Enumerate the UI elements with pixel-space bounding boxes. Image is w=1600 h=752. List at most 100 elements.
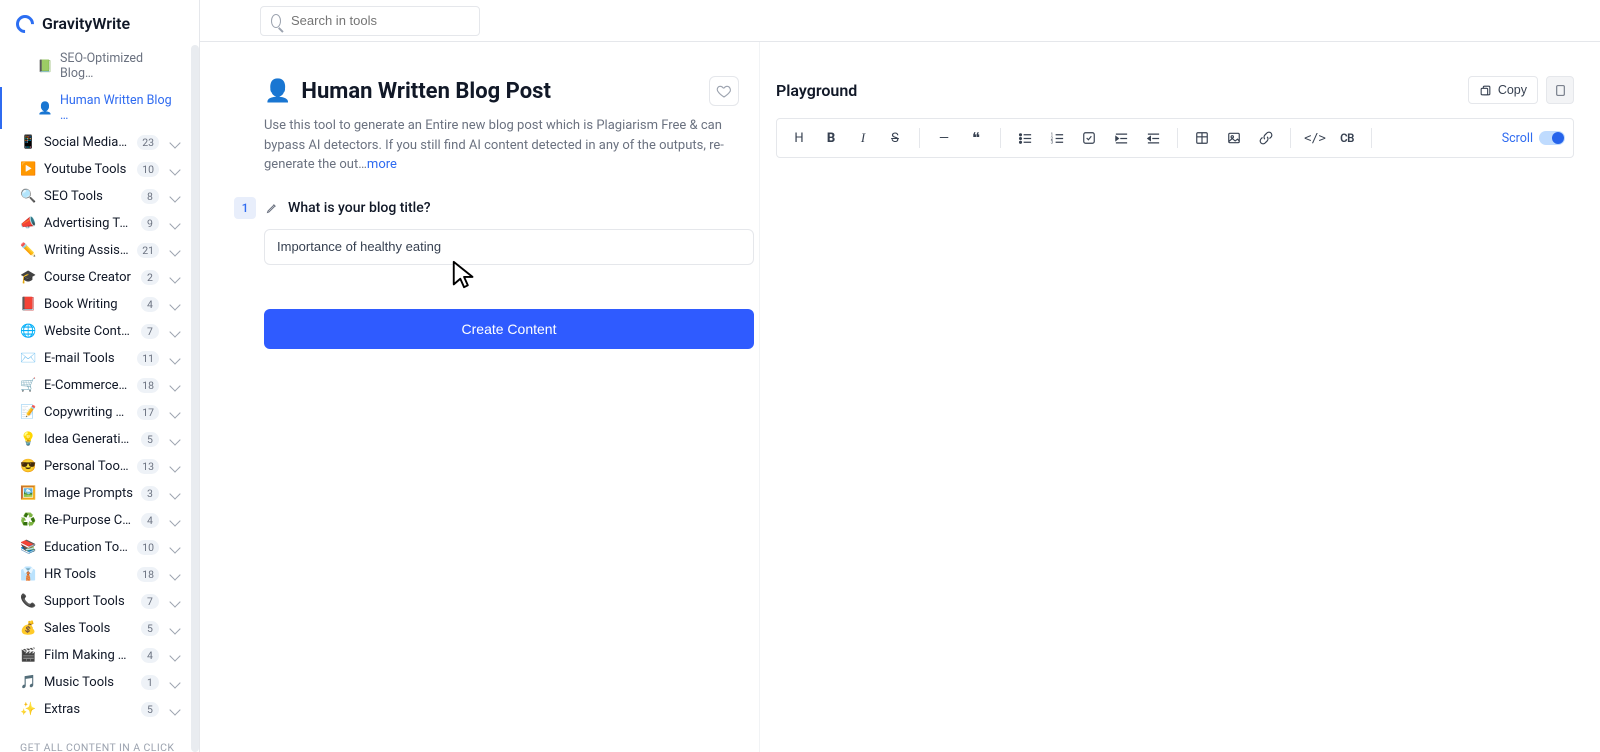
category-icon: 📝 bbox=[20, 405, 36, 420]
sidebar-category[interactable]: 🌐Website Content7 bbox=[0, 318, 189, 345]
chevron-down-icon bbox=[169, 704, 180, 715]
chevron-down-icon bbox=[169, 542, 180, 553]
category-icon: 🌐 bbox=[20, 324, 36, 339]
bullet-list-icon bbox=[1018, 131, 1033, 146]
strikethrough-tool[interactable]: S bbox=[881, 125, 909, 151]
create-content-button[interactable]: Create Content bbox=[264, 309, 754, 349]
sidebar-category[interactable]: ♻️Re-Purpose Content4 bbox=[0, 507, 189, 534]
category-icon: 📣 bbox=[20, 216, 36, 231]
cursor-icon bbox=[450, 260, 480, 290]
link-tool[interactable] bbox=[1252, 125, 1280, 151]
hr-tool[interactable]: — bbox=[930, 125, 958, 151]
category-icon: ✏️ bbox=[20, 243, 36, 258]
search-icon bbox=[271, 14, 281, 28]
sidebar-category[interactable]: 🎵Music Tools1 bbox=[0, 669, 189, 696]
codeblock-tool[interactable]: CB bbox=[1333, 125, 1361, 151]
outdent-tool[interactable] bbox=[1139, 125, 1167, 151]
editor-area[interactable] bbox=[776, 158, 1574, 678]
sidebar-category[interactable]: 📝Copywriting Tools17 bbox=[0, 399, 189, 426]
category-icon: 📞 bbox=[20, 594, 36, 609]
category-icon: 😎 bbox=[20, 459, 36, 474]
category-count-badge: 7 bbox=[141, 594, 159, 609]
bold-tool[interactable]: B bbox=[817, 125, 845, 151]
sidebar-category[interactable]: 📣Advertising Tools9 bbox=[0, 210, 189, 237]
search-box[interactable] bbox=[260, 6, 480, 36]
sidebar-category[interactable]: ✨Extras5 bbox=[0, 696, 189, 723]
search-input[interactable] bbox=[289, 12, 469, 29]
toolbar-separator bbox=[919, 128, 920, 148]
category-count-badge: 21 bbox=[137, 243, 159, 258]
category-label: Extras bbox=[44, 702, 133, 717]
category-label: Idea Generation bbox=[44, 432, 133, 447]
category-label: Website Content bbox=[44, 324, 133, 339]
sidebar-subitem[interactable]: 👤Human Written Blog … bbox=[0, 87, 189, 129]
brand-logo[interactable]: GravityWrite bbox=[0, 0, 199, 45]
brand-mark-icon bbox=[12, 11, 37, 36]
sidebar-category[interactable]: 📱Social Media Tools23 bbox=[0, 129, 189, 156]
category-icon: 💰 bbox=[20, 621, 36, 636]
category-icon: 💡 bbox=[20, 432, 36, 447]
table-tool[interactable] bbox=[1188, 125, 1216, 151]
sidebar-subitem[interactable]: 📗SEO-Optimized Blog… bbox=[0, 45, 189, 87]
sidebar-category[interactable]: 📕Book Writing4 bbox=[0, 291, 189, 318]
copy-button[interactable]: Copy bbox=[1468, 76, 1538, 104]
document-icon bbox=[1554, 84, 1567, 97]
sidebar-scrollbar[interactable] bbox=[191, 45, 199, 752]
code-tool[interactable]: </> bbox=[1301, 125, 1329, 151]
numbered-list-tool[interactable]: 1 2 3 bbox=[1043, 125, 1071, 151]
category-label: Course Creator bbox=[44, 270, 133, 285]
image-tool[interactable] bbox=[1220, 125, 1248, 151]
chevron-down-icon bbox=[169, 407, 180, 418]
category-label: Advertising Tools bbox=[44, 216, 133, 231]
subitem-label: SEO-Optimized Blog… bbox=[60, 51, 177, 81]
category-icon: 👔 bbox=[20, 567, 36, 582]
italic-tool[interactable]: I bbox=[849, 125, 877, 151]
scroll-toggle[interactable] bbox=[1539, 131, 1565, 145]
chevron-down-icon bbox=[169, 488, 180, 499]
sidebar-category[interactable]: 🎓Course Creator2 bbox=[0, 264, 189, 291]
chevron-down-icon bbox=[169, 137, 180, 148]
blog-title-input[interactable] bbox=[264, 229, 754, 265]
category-label: E-Commerce Tools bbox=[44, 378, 129, 393]
toolbar-separator bbox=[1000, 128, 1001, 148]
sidebar-category[interactable]: 🎬Film Making Tools4 bbox=[0, 642, 189, 669]
main-area: 👤 Human Written Blog Post Use this tool … bbox=[200, 0, 1600, 752]
expand-button[interactable] bbox=[1546, 76, 1574, 104]
sidebar-category[interactable]: 🔍SEO Tools8 bbox=[0, 183, 189, 210]
category-count-badge: 4 bbox=[141, 648, 159, 663]
category-label: HR Tools bbox=[44, 567, 129, 582]
sidebar-category[interactable]: 👔HR Tools18 bbox=[0, 561, 189, 588]
heading-tool[interactable]: H bbox=[785, 125, 813, 151]
favorite-button[interactable] bbox=[709, 76, 739, 106]
category-icon: ▶️ bbox=[20, 162, 36, 177]
sidebar-category[interactable]: 📚Education Tools10 bbox=[0, 534, 189, 561]
bullet-list-tool[interactable] bbox=[1011, 125, 1039, 151]
blockquote-tool[interactable]: ❝ bbox=[962, 125, 990, 151]
sidebar-category[interactable]: ▶️Youtube Tools10 bbox=[0, 156, 189, 183]
chevron-down-icon bbox=[169, 380, 180, 391]
category-label: Re-Purpose Content bbox=[44, 513, 133, 528]
sidebar-category[interactable]: 😎Personal Tools13 bbox=[0, 453, 189, 480]
category-icon: ✨ bbox=[20, 702, 36, 717]
sidebar-category[interactable]: 🖼️Image Prompts3 bbox=[0, 480, 189, 507]
indent-tool[interactable] bbox=[1107, 125, 1135, 151]
category-count-badge: 23 bbox=[137, 135, 159, 150]
category-icon: 🔍 bbox=[20, 189, 36, 204]
sidebar-category[interactable]: 📞Support Tools7 bbox=[0, 588, 189, 615]
more-link[interactable]: more bbox=[367, 157, 397, 172]
sidebar-category[interactable]: 💡Idea Generation5 bbox=[0, 426, 189, 453]
svg-text:3: 3 bbox=[1050, 140, 1053, 145]
sidebar-section-header: GET ALL CONTENT IN A CLICK bbox=[0, 723, 189, 752]
sidebar-category[interactable]: 🛒E-Commerce Tools18 bbox=[0, 372, 189, 399]
category-count-badge: 4 bbox=[141, 513, 159, 528]
checklist-tool[interactable] bbox=[1075, 125, 1103, 151]
chevron-down-icon bbox=[169, 272, 180, 283]
sidebar-category[interactable]: ✉️E-mail Tools11 bbox=[0, 345, 189, 372]
clipboard-icon bbox=[1479, 84, 1492, 97]
sidebar-category[interactable]: 💰Sales Tools5 bbox=[0, 615, 189, 642]
category-icon: 🛒 bbox=[20, 378, 36, 393]
category-count-badge: 5 bbox=[141, 621, 159, 636]
chevron-down-icon bbox=[169, 677, 180, 688]
heart-icon bbox=[716, 83, 732, 99]
sidebar-category[interactable]: ✏️Writing Assistant21 bbox=[0, 237, 189, 264]
